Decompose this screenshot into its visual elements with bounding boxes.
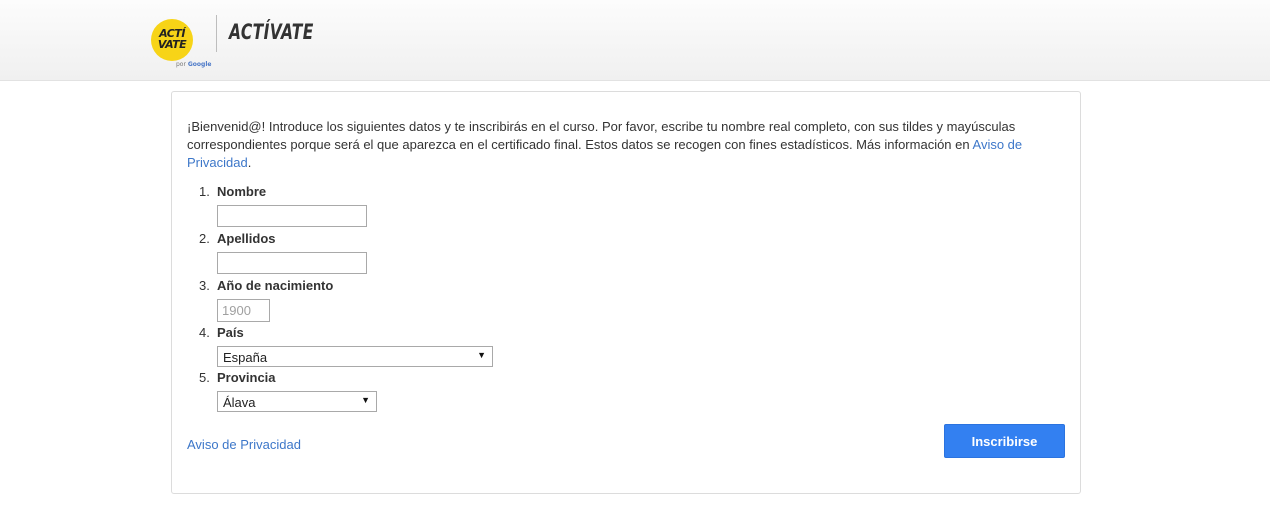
privacy-link[interactable]: Aviso de Privacidad bbox=[187, 437, 301, 452]
pais-select[interactable]: España ▼ bbox=[217, 346, 493, 367]
intro-text: ¡Bienvenid@! Introduce los siguientes da… bbox=[187, 118, 1057, 172]
logo-text-line2: VATE bbox=[157, 38, 187, 51]
field-number-4: 4. bbox=[199, 325, 210, 340]
pais-selected-value: España bbox=[223, 350, 268, 365]
dropdown-arrow-icon: ▼ bbox=[477, 350, 486, 360]
nombre-label: Nombre bbox=[217, 184, 267, 199]
top-bar: ACTÍ VATE por Google ACTÍVATE bbox=[0, 0, 1270, 81]
registration-card: ¡Bienvenid@! Introduce los siguientes da… bbox=[171, 91, 1081, 494]
intro-tail: . bbox=[247, 155, 252, 170]
logo-sub-brand: Google bbox=[187, 61, 212, 68]
intro-body: ¡Bienvenid@! Introduce los siguientes da… bbox=[187, 119, 1016, 152]
field-number-3: 3. bbox=[199, 278, 210, 293]
field-number-1: 1. bbox=[199, 184, 210, 199]
page-title: ACTÍVATE bbox=[229, 20, 314, 44]
provincia-label: Provincia bbox=[217, 370, 276, 385]
field-number-2: 2. bbox=[199, 231, 210, 246]
birth-year-label: Año de nacimiento bbox=[217, 278, 334, 293]
provincia-selected-value: Álava bbox=[223, 395, 256, 410]
logo-subtitle: por Google bbox=[176, 61, 211, 68]
provincia-select[interactable]: Álava ▼ bbox=[217, 391, 377, 412]
dropdown-arrow-icon: ▼ bbox=[361, 395, 370, 405]
birth-year-input[interactable] bbox=[217, 299, 270, 322]
logo-sub-prefix: por bbox=[176, 61, 186, 68]
activate-logo[interactable]: ACTÍ VATE bbox=[151, 19, 193, 61]
header-divider bbox=[216, 15, 217, 52]
apellidos-label: Apellidos bbox=[217, 231, 276, 246]
pais-label: País bbox=[217, 325, 244, 340]
field-number-5: 5. bbox=[199, 370, 210, 385]
nombre-input[interactable] bbox=[217, 205, 367, 227]
apellidos-input[interactable] bbox=[217, 252, 367, 274]
submit-button[interactable]: Inscribirse bbox=[944, 424, 1065, 458]
